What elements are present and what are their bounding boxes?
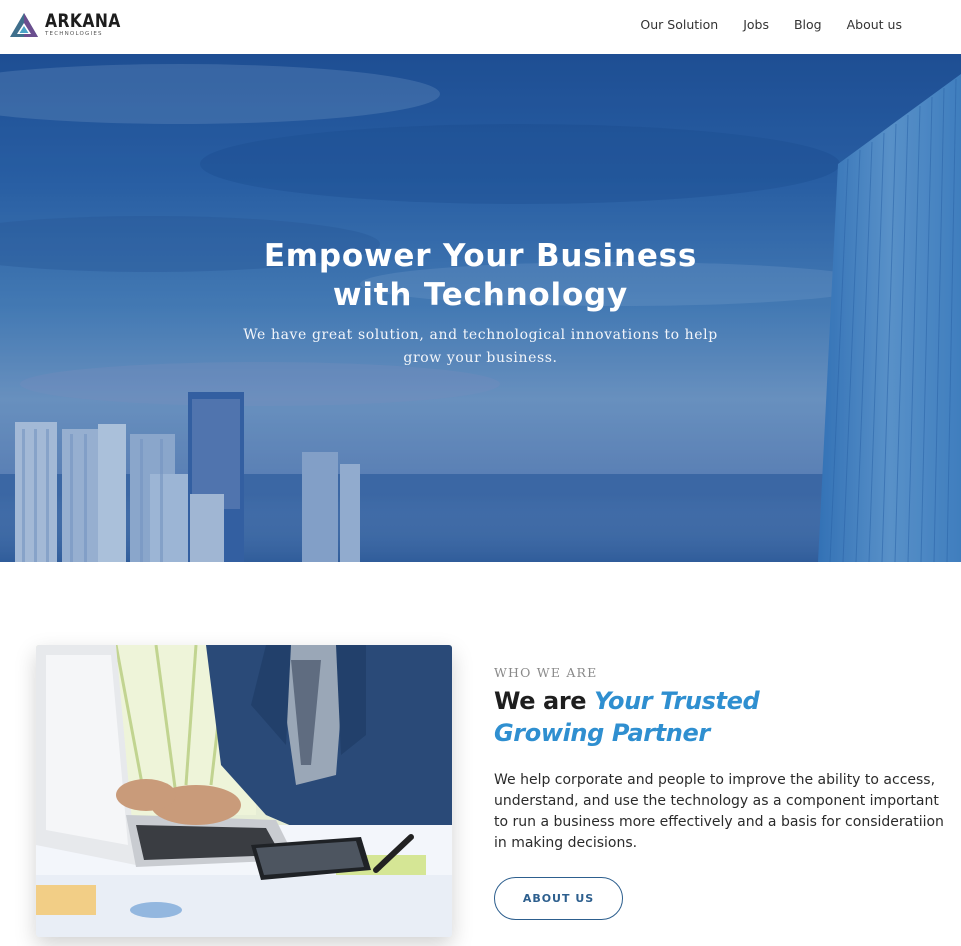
business-laptop-photo	[36, 645, 452, 937]
heading-plain: We are	[494, 687, 595, 715]
hero-title: Empower Your Business with Technology	[0, 237, 961, 315]
hero-banner: Empower Your Business with Technology We…	[0, 54, 961, 562]
nav-blog[interactable]: Blog	[794, 17, 822, 32]
logo-tagline: TECHNOLOGIES	[45, 31, 103, 38]
section-heading: We are Your Trusted Growing Partner	[494, 685, 760, 749]
main-nav: Our Solution Jobs Blog About us	[615, 17, 902, 32]
about-us-button[interactable]: ABOUT US	[494, 877, 623, 920]
nav-jobs[interactable]: Jobs	[743, 17, 769, 32]
heading-accent-1: Your Trusted	[594, 687, 760, 715]
heading-accent-2: Growing Partner	[494, 719, 710, 747]
brand-logo[interactable]: ARKANA TECHNOLOGIES	[9, 10, 121, 39]
site-header: ARKANA TECHNOLOGIES Our Solution Jobs Bl…	[0, 0, 961, 54]
nav-our-solution[interactable]: Our Solution	[640, 17, 718, 32]
hero-subtitle-line-1: We have great solution, and technologica…	[243, 327, 718, 343]
hero-subtitle-line-2: grow your business.	[403, 350, 558, 366]
triangle-logo-icon	[9, 12, 39, 38]
hero-title-line-1: Empower Your Business	[263, 238, 698, 274]
section-body: We help corporate and people to improve …	[494, 772, 944, 851]
hero-title-line-2: with Technology	[332, 277, 629, 313]
nav-about-us[interactable]: About us	[847, 17, 902, 32]
section-eyebrow: WHO WE ARE	[494, 665, 598, 680]
hero-subtitle: We have great solution, and technologica…	[240, 324, 721, 370]
logo-name: ARKANA	[45, 10, 121, 33]
